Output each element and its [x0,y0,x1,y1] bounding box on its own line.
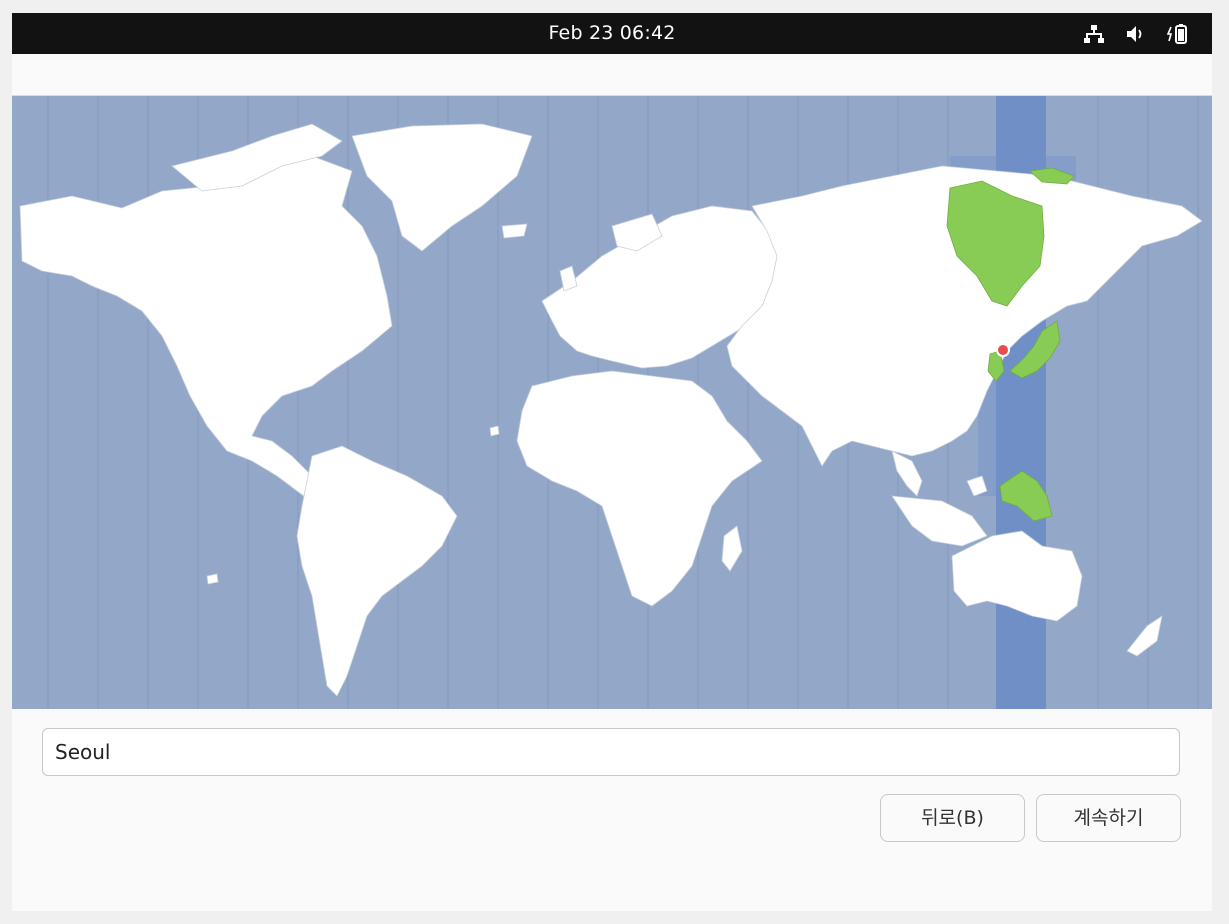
selected-location-marker[interactable] [996,343,1010,357]
installer-window: 뒤로(B) 계속하기 [12,54,1212,911]
top-bar: Feb 23 06:42 [12,13,1212,54]
timezone-map[interactable] [12,96,1212,709]
clock[interactable]: Feb 23 06:42 [12,13,1212,54]
battery-icon[interactable] [1166,22,1190,46]
back-button[interactable]: 뒤로(B) [880,794,1025,842]
world-map[interactable] [12,96,1212,709]
volume-icon[interactable] [1124,22,1148,46]
continue-button[interactable]: 계속하기 [1036,794,1181,842]
timezone-input[interactable] [42,728,1180,776]
network-icon[interactable] [1082,22,1106,46]
header-strip [12,54,1212,96]
system-tray[interactable] [1082,13,1190,54]
